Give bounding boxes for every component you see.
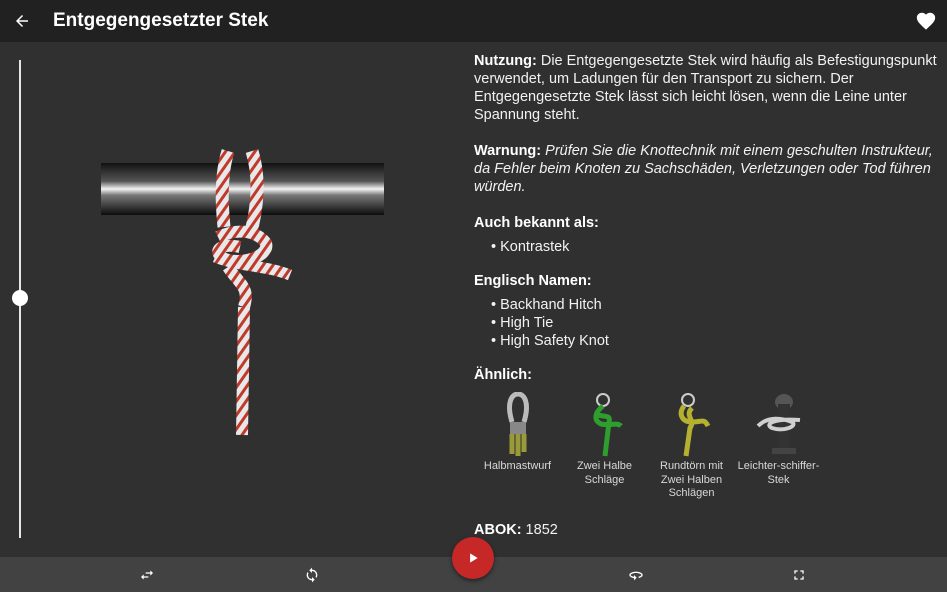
fullscreen-icon[interactable]	[788, 564, 810, 586]
app-bar: Entgegengesetzter Stek	[0, 0, 947, 42]
similar-knot-halbmastwurf[interactable]: Halbmastwurf	[474, 390, 561, 501]
aka-list: Kontrastek	[491, 238, 944, 256]
usage-label: Nutzung:	[474, 53, 537, 69]
list-item: High Safety Knot	[491, 332, 944, 350]
similar-knot-leichterschiffer-stek[interactable]: Leichter-schiffer-Stek	[735, 390, 822, 501]
usage-text: Die Entgegengesetzte Stek wird häufig al…	[474, 53, 937, 123]
page-title: Entgegengesetzter Stek	[53, 10, 269, 31]
play-button[interactable]	[452, 537, 494, 579]
swap-horiz-icon[interactable]	[136, 564, 158, 586]
knot-thumbnail	[561, 390, 648, 460]
knot-info: Nutzung: Die Entgegengesetzte Stek wird …	[474, 52, 944, 501]
similar-knots: Halbmastwurf Zwei Halbe Schläge Rundtörn…	[474, 390, 944, 501]
warning-label: Warnung:	[474, 143, 542, 159]
similar-knot-label: Zwei Halbe Schläge	[576, 460, 633, 486]
warning-text: Prüfen Sie die Knottechnik mit einem ges…	[474, 143, 933, 195]
knot-thumbnail	[474, 390, 561, 460]
knot-illustration	[101, 149, 384, 436]
arrow-back-icon[interactable]	[8, 7, 36, 35]
similar-heading: Ähnlich:	[474, 367, 532, 383]
similar-knot-zwei-halbe-schlaege[interactable]: Zwei Halbe Schläge	[561, 390, 648, 501]
similar-knot-label: Halbmastwurf	[483, 460, 552, 472]
heart-icon[interactable]	[911, 7, 941, 35]
abok-label: ABOK:	[474, 522, 522, 538]
english-heading: Englisch Namen:	[474, 273, 592, 289]
list-item: Backhand Hitch	[491, 296, 944, 314]
similar-knot-label: Leichter-schiffer-Stek	[737, 460, 820, 486]
abok-number: ABOK: 1852	[474, 522, 558, 538]
similar-knot-rundtoern[interactable]: Rundtörn mit Zwei Halben Schlägen	[648, 390, 735, 501]
knot-thumbnail	[735, 390, 822, 460]
aka-heading: Auch bekannt als:	[474, 215, 599, 231]
main-content: Nutzung: Die Entgegengesetzte Stek wird …	[0, 42, 947, 557]
list-item: High Tie	[491, 314, 944, 332]
slider-thumb[interactable]	[12, 290, 28, 306]
list-item: Kontrastek	[491, 238, 944, 256]
abok-value: 1852	[521, 522, 558, 538]
similar-knot-label: Rundtörn mit Zwei Halben Schlägen	[660, 460, 723, 499]
knot-thumbnail	[648, 390, 735, 460]
english-list: Backhand Hitch High Tie High Safety Knot	[491, 296, 944, 350]
play-icon	[470, 553, 478, 563]
warning-paragraph: Warnung: Prüfen Sie die Knottechnik mit …	[474, 142, 944, 196]
sync-icon[interactable]	[301, 564, 323, 586]
rotate-icon[interactable]	[625, 564, 647, 586]
usage-paragraph: Nutzung: Die Entgegengesetzte Stek wird …	[474, 52, 944, 124]
